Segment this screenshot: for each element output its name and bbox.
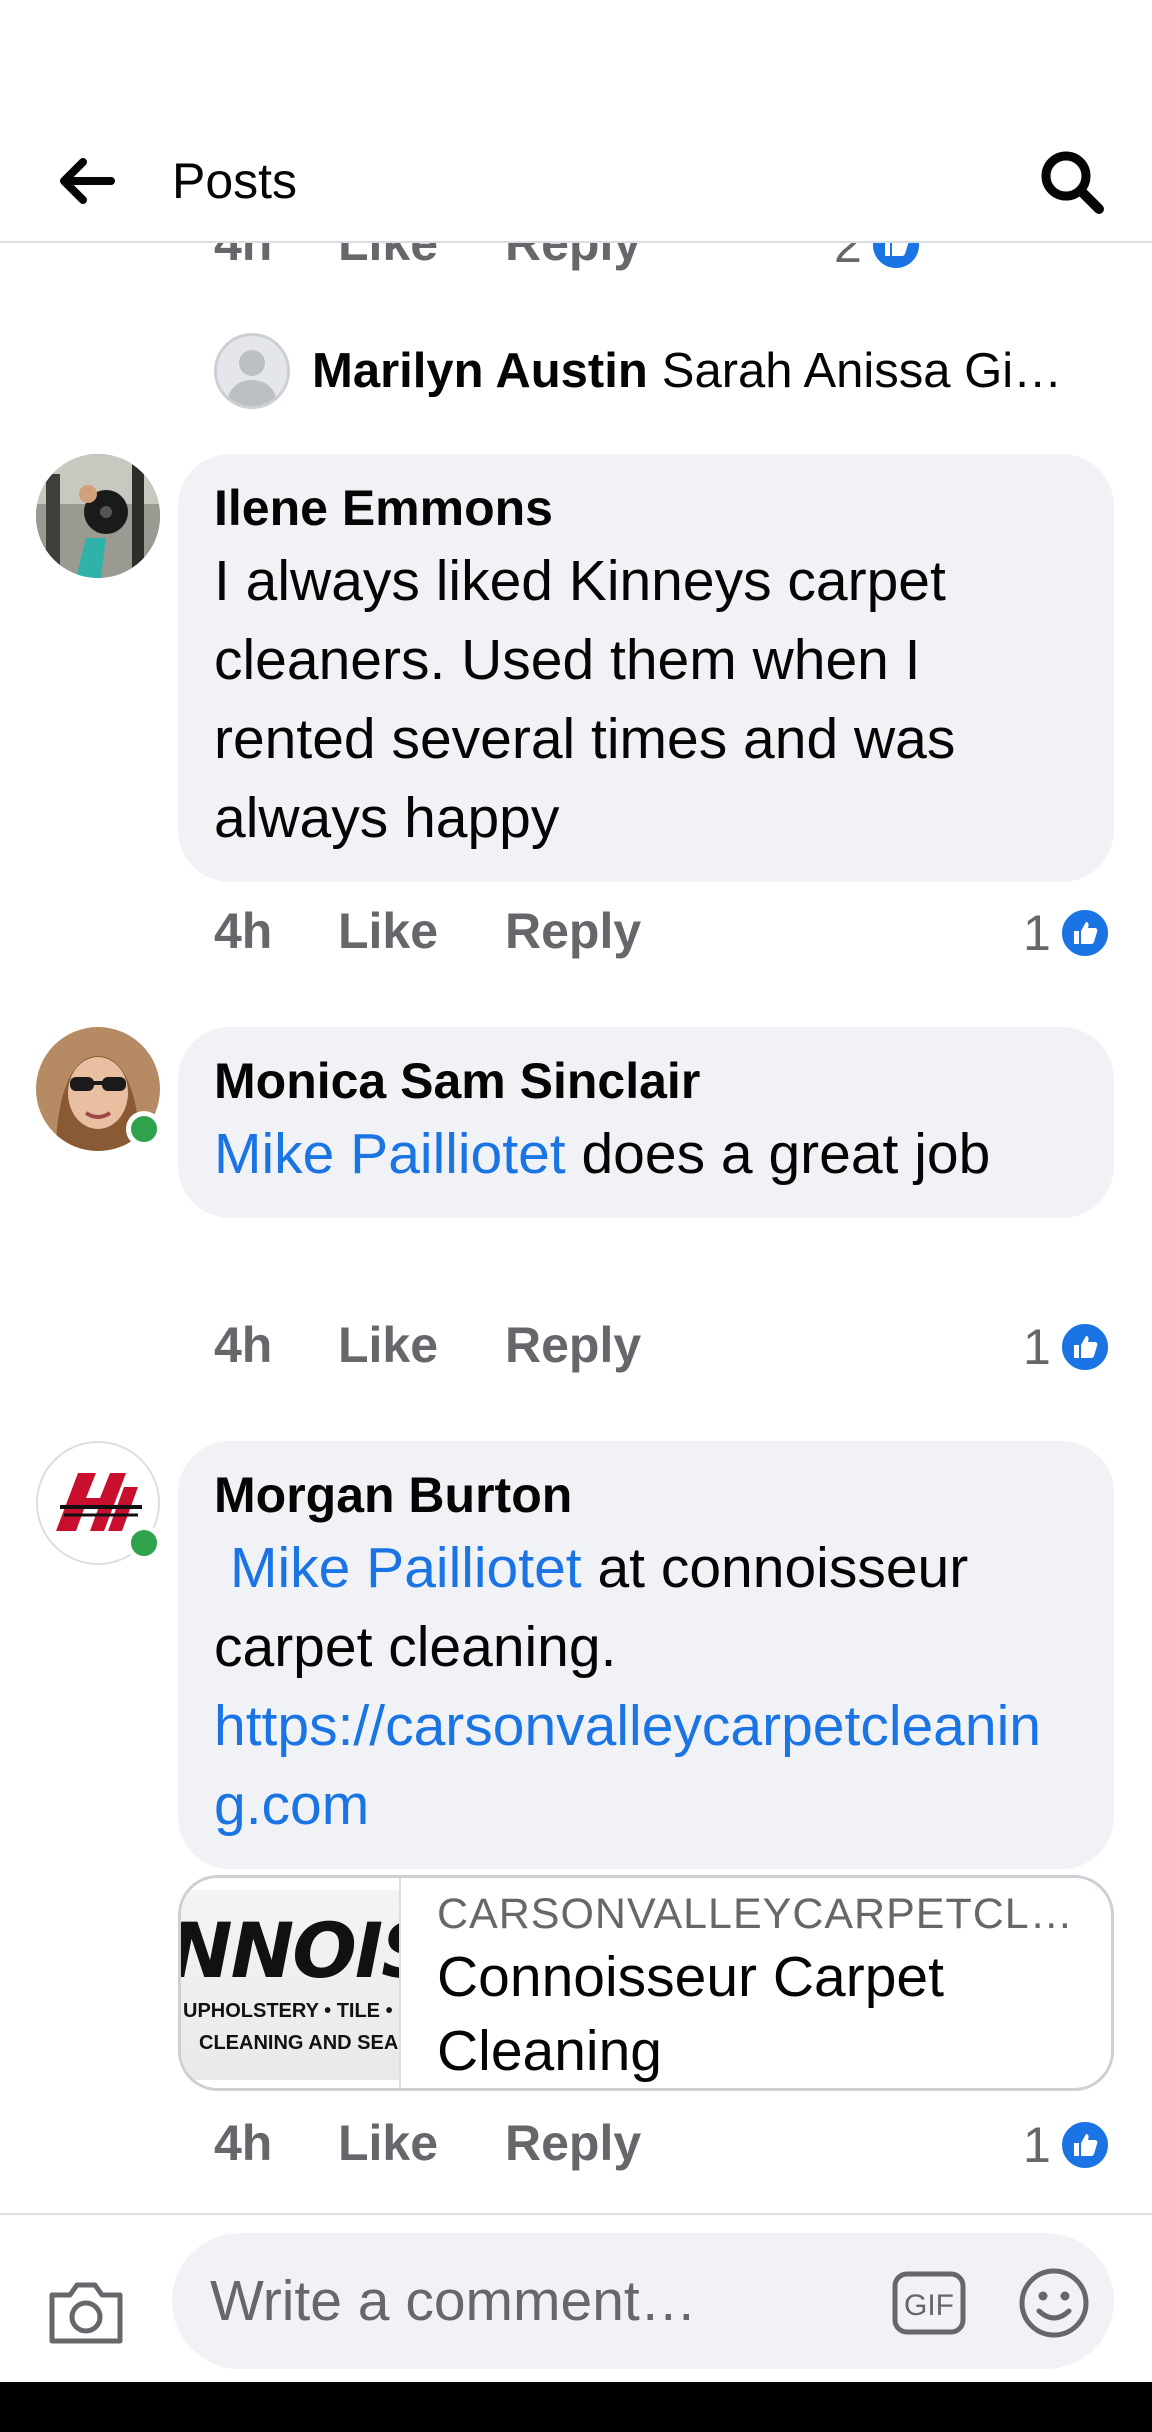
comment-text: I always liked Kinneys carpet cleaners. …: [214, 549, 956, 850]
comment-author[interactable]: Ilene Emmons: [214, 474, 1078, 542]
online-status-indicator: [126, 1111, 162, 1147]
comment-actions: 4h Like Reply 1: [214, 2113, 1114, 2173]
thumbnail-line: CLEANING AND SEALI: [199, 2032, 401, 2054]
reaction-number: 2: [834, 243, 862, 273]
comment-composer: Write a comment… GIF: [0, 2213, 1152, 2382]
reply-text: Sarah Anissa Gi…: [661, 344, 1063, 398]
reaction-count[interactable]: 2: [834, 243, 922, 275]
reaction-count[interactable]: 1: [1023, 2115, 1111, 2175]
reply-link[interactable]: Reply: [505, 2113, 641, 2173]
reply-author[interactable]: Marilyn Austin: [312, 343, 648, 399]
search-icon: [1041, 151, 1104, 214]
comment-text: Mike Pailliotet does a great job: [214, 1115, 1078, 1194]
comment-author[interactable]: Monica Sam Sinclair: [214, 1047, 1078, 1115]
gif-label: GIF: [904, 2289, 954, 2322]
comment-actions-partial: 4h Like Reply 2: [214, 243, 1114, 273]
like-link[interactable]: Like: [338, 1315, 438, 1375]
reply-link[interactable]: Reply: [505, 1315, 641, 1375]
emoji-button[interactable]: [1018, 2267, 1090, 2339]
like-link[interactable]: Like: [338, 901, 438, 961]
comment-time: 4h: [214, 1317, 273, 1373]
reaction-number: 1: [1023, 2117, 1051, 2173]
comment-actions: 4h Like Reply 1: [214, 901, 1114, 961]
reaction-count[interactable]: 1: [1023, 1317, 1111, 1377]
comment-author[interactable]: Morgan Burton: [214, 1461, 1078, 1529]
like-thumb-icon: [1058, 907, 1111, 959]
comment-time: 4h: [214, 903, 273, 959]
reply-link[interactable]: Reply: [505, 243, 641, 273]
link-domain: CARSONVALLEYCARPETCLEANING.COM: [437, 1890, 1077, 1938]
comment-text: Mike Pailliotet at connoisseur carpet cl…: [214, 1529, 1078, 1845]
link-thumbnail: NNOISS UPHOLSTERY • TILE • STO CLEANING …: [181, 1878, 401, 2088]
camera-icon: [49, 2282, 123, 2344]
like-link[interactable]: Like: [338, 2113, 438, 2173]
link-title: Connoisseur Carpet Cleaning: [437, 1945, 944, 2083]
thumbnail-logo-text: NNOISS: [181, 1906, 399, 1995]
like-thumb-icon: [1058, 2119, 1111, 2171]
comment-input-field[interactable]: Write a comment… GIF: [172, 2233, 1114, 2369]
thumbnail-line: UPHOLSTERY • TILE • STO: [183, 2000, 399, 2022]
comment-bubble[interactable]: Ilene Emmons I always liked Kinneys carp…: [178, 454, 1114, 882]
emoji-icon: [1019, 2268, 1089, 2338]
like-thumb-icon: [869, 243, 922, 271]
comment-time: 4h: [214, 243, 273, 271]
reply-preview[interactable]: Marilyn Austin Sarah Anissa Gi…: [214, 331, 1114, 411]
back-arrow-icon: [60, 158, 115, 204]
avatar: [214, 333, 290, 409]
page-title: Posts: [172, 153, 298, 209]
comments-feed[interactable]: 4h Like Reply 2 Marilyn Austin Sarah Ani…: [0, 243, 1152, 2213]
top-app-bar: Posts: [0, 120, 1152, 243]
comment-bubble[interactable]: Morgan Burton Mike Pailliotet at connois…: [178, 1441, 1114, 1869]
back-button[interactable]: [52, 146, 122, 216]
comment-actions: 4h Like Reply 1: [214, 1315, 1114, 1375]
online-status-indicator: [126, 1525, 162, 1561]
like-link[interactable]: Like: [338, 243, 438, 273]
gif-icon: GIF: [892, 2271, 966, 2335]
reaction-count[interactable]: 1: [1023, 903, 1111, 963]
gif-button[interactable]: GIF: [892, 2271, 966, 2335]
status-bar-area: [0, 0, 1152, 120]
mention-link[interactable]: Mike Pailliotet: [230, 1536, 582, 1600]
system-navigation-bar: [0, 2382, 1152, 2432]
reaction-number: 1: [1023, 1319, 1051, 1375]
comment-time: 4h: [214, 2115, 273, 2171]
comment-body: does a great job: [565, 1122, 991, 1186]
mention-link[interactable]: Mike Pailliotet: [214, 1122, 566, 1186]
like-thumb-icon: [1058, 1321, 1111, 1373]
link-preview-card[interactable]: NNOISS UPHOLSTERY • TILE • STO CLEANING …: [178, 1875, 1114, 2091]
search-button[interactable]: [1034, 144, 1110, 220]
reply-link[interactable]: Reply: [505, 901, 641, 961]
url-link[interactable]: https://carsonvalleycarpetcleaning.com: [214, 1694, 1041, 1837]
avatar[interactable]: [36, 454, 160, 578]
camera-button[interactable]: [46, 2275, 126, 2347]
comment-input[interactable]: Write a comment…: [210, 2233, 830, 2369]
comment-bubble[interactable]: Monica Sam Sinclair Mike Pailliotet does…: [178, 1027, 1114, 1218]
reaction-number: 1: [1023, 905, 1051, 961]
